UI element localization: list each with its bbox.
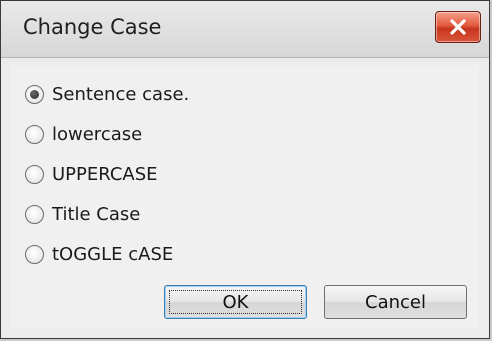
radio-sentence-case[interactable] bbox=[25, 84, 44, 104]
radio-toggle-case[interactable] bbox=[25, 244, 44, 264]
close-icon bbox=[450, 19, 466, 35]
change-case-dialog: Change Case Sentence case. lowercase UPP… bbox=[0, 0, 490, 339]
window-title: Change Case bbox=[23, 15, 162, 39]
close-button[interactable] bbox=[435, 11, 481, 43]
option-sentence-case[interactable]: Sentence case. bbox=[25, 79, 189, 109]
option-lowercase[interactable]: lowercase bbox=[25, 119, 142, 149]
option-label: UPPERCASE bbox=[52, 163, 158, 185]
option-label: Title Case bbox=[52, 203, 141, 225]
option-label: lowercase bbox=[52, 123, 143, 145]
focus-rectangle bbox=[169, 290, 302, 314]
option-title-case[interactable]: Title Case bbox=[25, 199, 140, 229]
option-uppercase[interactable]: UPPERCASE bbox=[25, 159, 158, 189]
title-bar[interactable]: Change Case bbox=[1, 1, 489, 58]
option-toggle-case[interactable]: tOGGLE cASE bbox=[25, 239, 173, 269]
option-label: Sentence case. bbox=[52, 83, 190, 105]
radio-title-case[interactable] bbox=[25, 204, 44, 224]
radio-uppercase[interactable] bbox=[25, 164, 44, 184]
radio-lowercase[interactable] bbox=[25, 124, 44, 144]
dialog-content: Sentence case. lowercase UPPERCASE Title… bbox=[11, 65, 479, 328]
ok-button[interactable]: OK bbox=[164, 285, 307, 319]
option-label: tOGGLE cASE bbox=[52, 243, 174, 265]
cancel-button[interactable]: Cancel bbox=[324, 285, 467, 319]
cancel-button-label: Cancel bbox=[365, 291, 426, 313]
